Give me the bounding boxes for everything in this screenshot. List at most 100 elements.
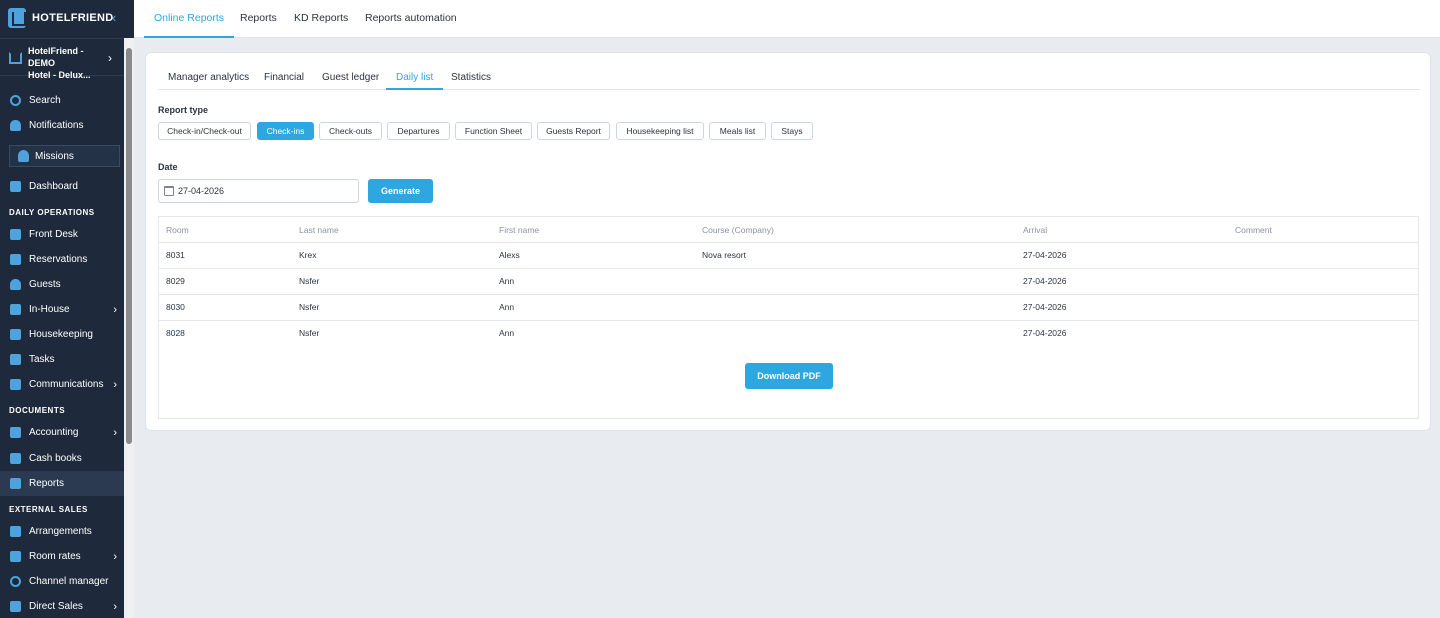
sidebar-item-label: Dashboard xyxy=(29,181,78,192)
report-type-guests-report[interactable]: Guests Report xyxy=(537,122,610,140)
cell-room: 8028 xyxy=(166,328,185,338)
download-pdf-button[interactable]: Download PDF xyxy=(745,363,833,389)
sidebar-item-housekeeping[interactable]: Housekeeping xyxy=(0,322,124,347)
sidebar-item-label: Direct Sales xyxy=(29,601,83,612)
cell-first-name: Ann xyxy=(499,276,515,286)
tab-kd-reports[interactable]: KD Reports xyxy=(284,0,358,38)
sidebar-item-notifications[interactable]: Notifications xyxy=(0,113,124,138)
report-type-function-sheet[interactable]: Function Sheet xyxy=(455,122,532,140)
front-desk-icon xyxy=(10,229,21,240)
cell-course-company: Nova resort xyxy=(702,250,746,260)
report-type-checkouts[interactable]: Check-outs xyxy=(319,122,382,140)
sidebar-scrollbar[interactable] xyxy=(124,38,134,618)
sidebar-scrollbar-thumb[interactable] xyxy=(126,48,132,444)
tab-reports[interactable]: Reports xyxy=(230,0,287,38)
subtab-daily-list[interactable]: Daily list xyxy=(386,67,444,90)
subtab-financial[interactable]: Financial xyxy=(254,67,314,90)
hotel-selector[interactable]: HotelFriend - DEMO Hotel - Delux... › xyxy=(0,38,124,80)
sidebar-item-label: Notifications xyxy=(29,120,84,131)
subtab-guest-ledger[interactable]: Guest ledger xyxy=(312,67,389,90)
sidebar-item-in-house[interactable]: In-House › xyxy=(0,297,124,322)
sidebar-item-label: Channel manager xyxy=(29,576,109,587)
report-type-label: Report type xyxy=(158,105,209,115)
hotel-name: HotelFriend - DEMO Hotel - Delux... xyxy=(28,45,108,81)
sidebar-item-label: Accounting xyxy=(29,427,79,438)
bell-icon xyxy=(10,120,21,131)
channel-manager-icon xyxy=(10,576,21,587)
tag-icon xyxy=(10,526,21,537)
cell-last-name: Nsfer xyxy=(299,276,320,286)
report-category-tabs: Manager analytics Financial Guest ledger… xyxy=(158,67,1420,90)
sidebar-item-label: Search xyxy=(29,95,61,106)
column-header-first-name: First name xyxy=(499,225,540,235)
sidebar-item-label: Tasks xyxy=(29,354,55,365)
table-row[interactable]: 8029 Nsfer Ann 27-04-2026 xyxy=(159,268,1418,294)
date-field[interactable]: 27-04-2026 xyxy=(158,179,359,203)
column-header-comment: Comment xyxy=(1235,225,1272,235)
sidebar-item-accounting[interactable]: Accounting › xyxy=(0,420,124,445)
generate-button[interactable]: Generate xyxy=(368,179,433,203)
sidebar-item-guests[interactable]: Guests xyxy=(0,272,124,297)
report-type-checkins[interactable]: Check-ins xyxy=(257,122,314,140)
in-house-icon xyxy=(10,304,21,315)
report-type-housekeeping-list[interactable]: Housekeeping list xyxy=(616,122,704,140)
chevron-right-icon: › xyxy=(108,51,112,65)
sidebar-item-label: Arrangements xyxy=(29,526,92,537)
logo[interactable]: HOTELFRIEND xyxy=(8,8,114,28)
sidebar-item-dashboard[interactable]: Dashboard xyxy=(0,174,124,199)
report-type-departures[interactable]: Departures xyxy=(387,122,450,140)
hotel-name-line1: HotelFriend - DEMO xyxy=(28,46,84,68)
report-type-meals-list[interactable]: Meals list xyxy=(709,122,766,140)
sidebar-item-reports[interactable]: Reports xyxy=(0,471,124,496)
tab-online-reports[interactable]: Online Reports xyxy=(144,0,235,38)
sidebar-item-label: Cash books xyxy=(29,453,82,464)
sidebar-item-cash-books[interactable]: Cash books xyxy=(0,446,124,471)
subtab-manager-analytics[interactable]: Manager analytics xyxy=(158,67,259,90)
chart-line-icon xyxy=(10,551,21,562)
sidebar-item-arrangements[interactable]: Arrangements xyxy=(0,519,124,544)
calendar-icon xyxy=(164,186,174,196)
sidebar-item-search[interactable]: Search xyxy=(0,88,124,113)
hotelfriend-logo-icon xyxy=(8,8,26,28)
hotel-icon xyxy=(9,52,22,64)
section-documents: DOCUMENTS xyxy=(9,406,66,415)
user-icon xyxy=(10,279,21,290)
sidebar-item-room-rates[interactable]: Room rates › xyxy=(0,544,124,569)
sidebar-item-direct-sales[interactable]: Direct Sales › xyxy=(0,594,124,618)
date-value: 27-04-2026 xyxy=(178,186,225,196)
sidebar-item-label: Reservations xyxy=(29,254,88,265)
logo-text: HOTELFRIEND xyxy=(32,12,114,24)
chevron-right-icon: › xyxy=(113,378,117,391)
collapse-sidebar-icon[interactable]: ‹ xyxy=(112,11,116,24)
report-type-checkin-checkout[interactable]: Check-in/Check-out xyxy=(158,122,251,140)
sidebar-item-tasks[interactable]: Tasks xyxy=(0,347,124,372)
tab-reports-automation[interactable]: Reports automation xyxy=(355,0,467,38)
subtab-statistics[interactable]: Statistics xyxy=(441,67,501,90)
table-row[interactable]: 8028 Nsfer Ann 27-04-2026 xyxy=(159,320,1418,346)
sidebar-item-channel-manager[interactable]: Channel manager xyxy=(0,569,124,594)
date-label: Date xyxy=(158,162,178,172)
table-row[interactable]: 8031 Krex Alexs Nova resort 27-04-2026 xyxy=(159,242,1418,268)
section-external-sales: EXTERNAL SALES xyxy=(9,505,88,514)
report-type-stays[interactable]: Stays xyxy=(771,122,813,140)
sidebar-item-front-desk[interactable]: Front Desk xyxy=(0,222,124,247)
sidebar-item-communications[interactable]: Communications › xyxy=(0,372,124,397)
cell-room: 8030 xyxy=(166,302,185,312)
column-header-course-company: Course (Company) xyxy=(702,225,774,235)
sidebar-item-reservations[interactable]: Reservations xyxy=(0,247,124,272)
book-icon xyxy=(10,453,21,464)
sidebar: HOTELFRIEND ‹ HotelFriend - DEMO Hotel -… xyxy=(0,0,134,618)
hotel-name-line2: Hotel - Delux... xyxy=(28,70,91,80)
checkins-table: Room Last name First name Course (Compan… xyxy=(158,216,1419,419)
sidebar-item-label: Front Desk xyxy=(29,229,78,240)
chevron-right-icon: › xyxy=(113,426,117,439)
cell-last-name: Krex xyxy=(299,250,317,260)
housekeeping-icon xyxy=(10,329,21,340)
table-row[interactable]: 8030 Nsfer Ann 27-04-2026 xyxy=(159,294,1418,320)
cell-room: 8031 xyxy=(166,250,185,260)
sidebar-item-label: Communications xyxy=(29,379,104,390)
sidebar-item-label: Reports xyxy=(29,478,65,489)
missions-button[interactable]: Missions xyxy=(9,145,120,167)
sidebar-item-label: Housekeeping xyxy=(29,329,93,340)
reservations-icon xyxy=(10,254,21,265)
